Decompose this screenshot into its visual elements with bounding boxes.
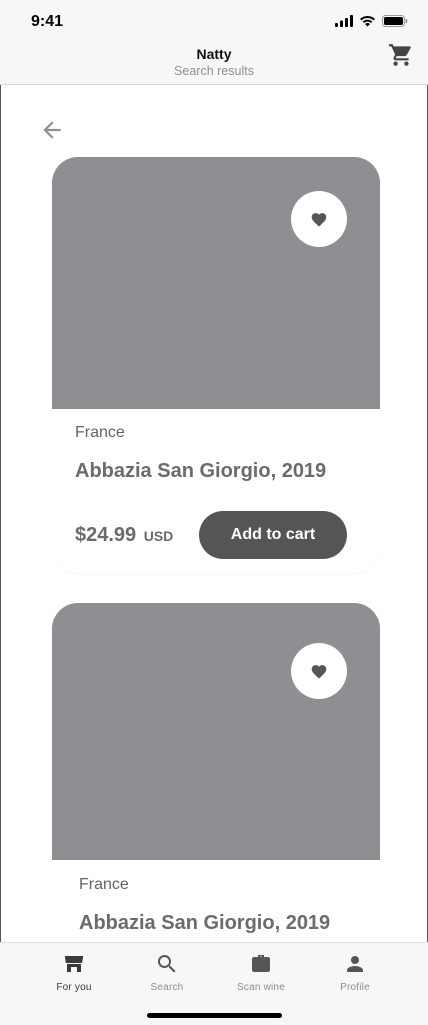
wine-name: Abbazia San Giorgio, 2019 [79,912,331,934]
wifi-icon [360,15,375,27]
app-header: Natty Search results [0,44,428,85]
tab-label: Scan wine [237,982,285,993]
add-to-cart-button[interactable]: Add to cart [199,511,347,559]
tab-scan-wine[interactable]: Scan wine [214,943,308,1003]
tab-search[interactable]: Search [120,943,214,1003]
tab-for-you[interactable]: For you [27,943,121,1003]
tab-label: Search [150,982,184,993]
search-icon [158,955,176,973]
wine-price: $24.99 USD [75,524,173,547]
tab-label: Profile [340,982,370,993]
briefcase-icon [252,955,270,972]
status-bar: 9:41 [0,0,428,44]
price-amount: $24.99 [75,524,137,546]
home-indicator [147,1013,282,1018]
favorite-button[interactable] [291,643,347,699]
tab-label: For you [56,982,92,993]
page-subtitle: Search results [174,64,254,78]
person-icon [347,956,363,972]
wine-name: Abbazia San Giorgio, 2019 [75,460,327,482]
tab-profile[interactable]: Profile [308,943,402,1003]
wine-card[interactable]: France Abbazia San Giorgio, 2019 [52,603,380,942]
wine-image [52,603,380,860]
heart-icon [311,213,327,227]
results-list[interactable]: France Abbazia San Giorgio, 2019 $24.99 … [0,85,428,942]
favorite-button[interactable] [291,191,347,247]
wine-origin: France [79,876,129,893]
signal-icon [335,15,353,27]
battery-icon [382,15,408,27]
cart-icon[interactable] [388,42,414,68]
heart-icon [311,665,327,679]
status-time: 9:41 [31,13,64,30]
price-currency: USD [143,528,174,544]
tab-bar: For you Search Scan wine Profile [0,942,428,1025]
storefront-icon [65,956,83,972]
back-arrow-icon[interactable] [39,117,65,143]
status-icons [335,15,408,27]
page-title: Natty [196,46,232,62]
wine-origin: France [75,424,125,441]
wine-card[interactable]: France Abbazia San Giorgio, 2019 $24.99 … [52,157,380,573]
